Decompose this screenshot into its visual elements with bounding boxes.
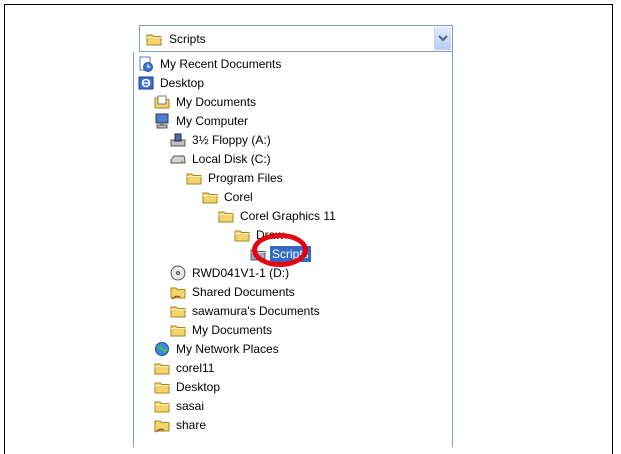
folder-icon xyxy=(186,170,202,186)
list-item-label: Corel xyxy=(224,190,253,204)
list-item-label: RWD041V1-1 (D:) xyxy=(192,266,290,280)
list-item-label: share xyxy=(176,418,207,432)
list-item-label: 3½ Floppy (A:) xyxy=(192,133,271,147)
list-item-label: Program Files xyxy=(208,171,283,185)
list-item-label: Local Disk (C:) xyxy=(192,152,271,166)
folder-icon xyxy=(146,31,162,52)
my-documents-icon xyxy=(154,94,170,110)
chevron-down-icon xyxy=(438,33,448,46)
floppy-drive-icon xyxy=(170,132,186,148)
folder-icon xyxy=(234,227,250,243)
list-item-label: Shared Documents xyxy=(192,285,295,299)
folder-icon xyxy=(154,398,170,414)
list-item-label: sawamura's Documents xyxy=(192,304,320,318)
list-item-label: Desktop xyxy=(160,76,205,90)
list-item-label: Corel Graphics 11 xyxy=(240,209,336,223)
list-item-label: sasai xyxy=(176,399,205,413)
list-item-label: Desktop xyxy=(176,380,221,394)
list-item-label: My Documents xyxy=(192,323,273,337)
folder-icon xyxy=(218,208,234,224)
list-item-label: My Documents xyxy=(176,95,257,109)
folder-icon xyxy=(170,303,186,319)
shared-folder-icon xyxy=(154,417,170,433)
cd-drive-icon xyxy=(170,265,186,281)
network-places-icon xyxy=(154,341,170,357)
desktop-icon xyxy=(138,75,154,91)
list-item-label: My Network Places xyxy=(176,342,279,356)
dropdown-arrow-button[interactable] xyxy=(434,27,451,50)
folder-icon xyxy=(170,322,186,338)
look-in-value: Scripts xyxy=(169,32,206,46)
shared-folder-icon xyxy=(170,284,186,300)
look-in-dropdown[interactable]: Scripts xyxy=(139,25,453,52)
folder-icon xyxy=(154,360,170,376)
folder-icon xyxy=(202,189,218,205)
highlight-circle-annotation xyxy=(252,233,308,267)
list-item-label: corel11 xyxy=(176,361,215,375)
recent-documents-icon xyxy=(138,56,154,72)
my-computer-icon xyxy=(154,113,170,129)
folder-icon xyxy=(154,379,170,395)
list-item-label: My Recent Documents xyxy=(160,57,282,71)
hard-disk-icon xyxy=(170,151,186,167)
list-item-label: My Computer xyxy=(176,114,249,128)
